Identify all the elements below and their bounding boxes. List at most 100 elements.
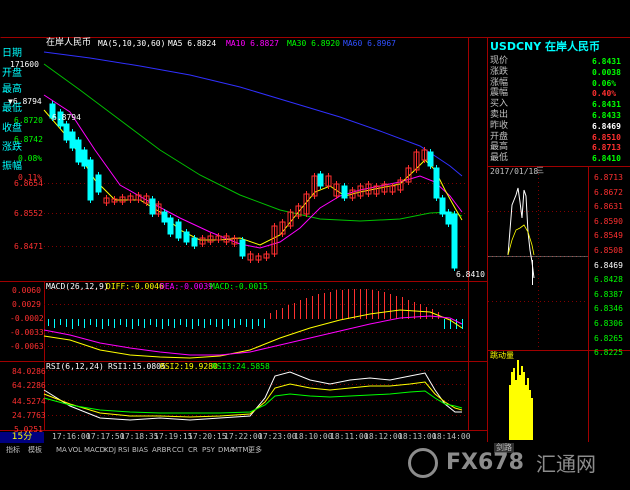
- quote-row-value: 6.8713: [592, 143, 621, 153]
- indicator-tab[interactable]: ARBR: [152, 446, 171, 455]
- candle-body: [439, 197, 446, 215]
- indicator-tab[interactable]: MTM: [232, 446, 248, 455]
- time-axis-label: 18:10:00: [294, 432, 333, 441]
- indicator-tab[interactable]: MA: [56, 446, 67, 455]
- momentum-bar: [519, 375, 521, 440]
- quote-row-label: 卖出: [490, 110, 509, 120]
- mini-axis-label: 6.8590: [594, 216, 623, 226]
- rsi3-line: [43, 390, 463, 414]
- price-axis-label: 6.8471: [14, 242, 43, 251]
- momentum-bar: [527, 378, 529, 440]
- momentum-bar: [523, 372, 525, 440]
- candle-body: [63, 123, 70, 141]
- indicator-tab[interactable]: BIAS: [132, 446, 148, 455]
- indicator-tab[interactable]: 更多: [248, 446, 262, 455]
- macd-axis-label: 0.0029: [12, 300, 41, 309]
- amp-label: 振幅: [2, 161, 22, 172]
- time-axis-label: 18:13:00: [398, 432, 437, 441]
- indicator-tab[interactable]: RSI: [118, 446, 129, 455]
- period-selector-button[interactable]: 15分: [0, 432, 44, 443]
- candle-body: [69, 131, 76, 149]
- candle-body: [341, 185, 348, 199]
- candle-body: [191, 237, 198, 247]
- rsi1-line: [43, 371, 462, 421]
- ma-label: MA(5,10,30,60): [98, 39, 166, 48]
- macd-histogram: [48, 289, 463, 329]
- time-axis-label: 17:20:15: [188, 432, 227, 441]
- quote-panel-title: USDCNY 在岸人民币: [490, 40, 601, 53]
- time-axis-label: 17:19:15: [154, 432, 193, 441]
- quote-row-value: 0.0038: [592, 67, 621, 77]
- ma5-value: MA5 6.8824: [168, 39, 217, 48]
- time-axis-label: 17:18:35: [120, 432, 159, 441]
- symbol-title: 在岸人民币: [46, 38, 92, 48]
- time-axis-label: 17:23:00: [258, 432, 297, 441]
- mini-axis-label: 6.8346: [594, 304, 623, 314]
- intraday-price-line: [507, 187, 535, 279]
- mini-axis-label: 6.8428: [594, 275, 623, 285]
- macd-axis-label: -0.0002: [10, 314, 44, 323]
- indicator-tab[interactable]: KDJ: [104, 446, 116, 455]
- mini-axis-label: 6.8387: [594, 289, 623, 299]
- high-label: 最高: [2, 84, 22, 95]
- rsi-axis-label: 84.0286: [12, 367, 46, 376]
- macd-value: MACD:-0.0015: [210, 282, 268, 291]
- candle-body: [433, 167, 440, 199]
- open-label: 开盘: [2, 68, 22, 79]
- candle-body: [87, 159, 94, 201]
- rsi1-value: RSI1:15.0805: [108, 362, 166, 371]
- mini-axis-label: 6.8225: [594, 348, 623, 358]
- rsi2-value: RSI2:19.9280: [160, 362, 218, 371]
- close-label: 收盘: [2, 123, 22, 134]
- quote-row-value: 6.8431: [592, 57, 621, 66]
- quote-row-label: 涨幅: [490, 77, 509, 88]
- quote-row-value: 6.8410: [592, 154, 621, 164]
- quote-row-value: 0.40%: [592, 89, 617, 99]
- ma5-line: [43, 109, 463, 246]
- indicator-tab[interactable]: CR: [188, 446, 198, 455]
- indicator-tab[interactable]: MACD: [84, 446, 105, 455]
- quote-row-label: 最低: [490, 153, 509, 164]
- quote-row-label: 昨收: [490, 120, 509, 131]
- ma10-value: MA10 6.8827: [226, 39, 279, 48]
- indicator-tab[interactable]: VOL: [68, 446, 82, 455]
- momentum-bar: [509, 385, 511, 440]
- quote-row-label: 涨跌: [490, 66, 509, 77]
- price-axis-label: 6.8654: [14, 179, 43, 188]
- quote-row-label: 最高: [490, 142, 509, 153]
- momentum-bar: [513, 368, 515, 440]
- time-axis-label: 18:12:00: [364, 432, 403, 441]
- time-axis-label: 18:11:00: [330, 432, 369, 441]
- quote-row-label: 开盘: [490, 131, 509, 142]
- momentum-bar: [517, 360, 519, 440]
- indicator-tab[interactable]: 指标: [6, 446, 20, 455]
- mini-axis-label: 6.8265: [594, 333, 623, 343]
- ma60-value: MA60 6.8967: [343, 39, 396, 48]
- watermark-brand: FX678: [446, 450, 524, 475]
- candle-body: [317, 173, 324, 187]
- mini-axis-label: 6.8631: [594, 202, 623, 212]
- low-label: 最低: [2, 103, 22, 114]
- indicator-tab[interactable]: CCI: [172, 446, 184, 455]
- time-axis-label: 18:14:00: [432, 432, 471, 441]
- indicator-tab[interactable]: 模板: [28, 446, 42, 455]
- candle-body: [183, 231, 190, 243]
- candle-body: [81, 149, 88, 167]
- rsi2-line: [43, 381, 463, 418]
- indicator-tab[interactable]: PSY: [202, 446, 215, 455]
- momentum-bar: [521, 366, 523, 440]
- mini-axis-label: 6.8508: [594, 246, 623, 255]
- momentum-bar: [515, 380, 517, 440]
- watermark-circle-icon: [408, 448, 438, 478]
- candle-body: [175, 221, 182, 239]
- trading-app: 在岸人民币 MA(5,10,30,60) MA5 6.8824 MA10 6.8…: [0, 0, 630, 490]
- quote-row-value: 6.8510: [592, 132, 621, 142]
- macd-dea-value: DEA:-0.0039: [160, 282, 213, 291]
- candle-body: [167, 217, 174, 235]
- macd-axis-label: -0.0063: [10, 342, 44, 351]
- mini-chart-weekday: 三: [536, 166, 544, 175]
- macd-axis-label: -0.0033: [10, 328, 44, 337]
- candlestick-series: [49, 101, 458, 271]
- rsi-axis-label: 44.5274: [12, 397, 46, 406]
- mini-axis-label: 6.8672: [594, 187, 623, 197]
